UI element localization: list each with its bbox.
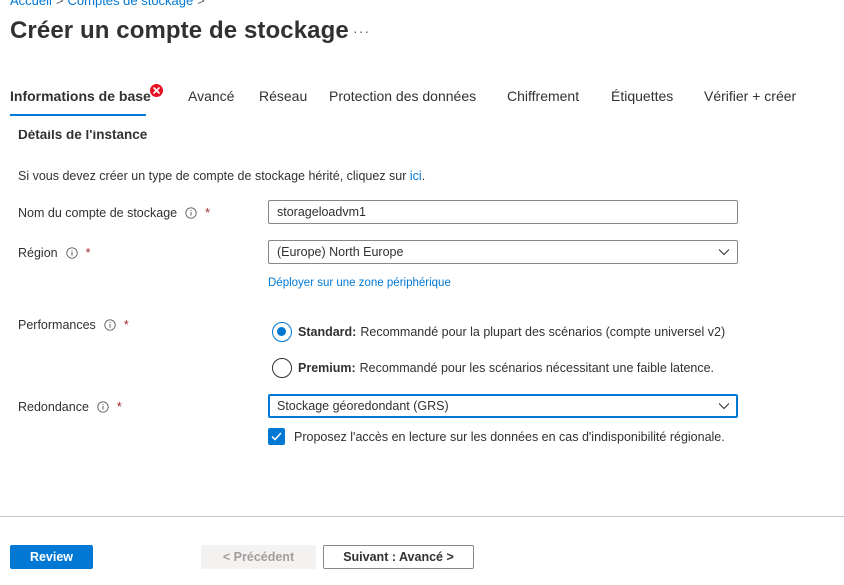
error-icon — [150, 84, 163, 97]
breadcrumb: Accueil > Comptes de stockage > — [10, 0, 209, 8]
footer-divider — [0, 516, 844, 517]
performance-label: Performances * — [18, 318, 129, 332]
next-button[interactable]: Suivant : Avancé > — [323, 545, 474, 569]
premium-title: Premium: — [298, 361, 356, 375]
tab-basics[interactable]: Informations de base — [10, 88, 151, 104]
redundancy-label-text: Redondance — [18, 400, 89, 414]
legacy-account-intro: Si vous devez créer un type de compte de… — [18, 169, 425, 183]
breadcrumb-separator: > — [197, 0, 205, 8]
legacy-account-link[interactable]: ici — [410, 169, 422, 183]
tab-networking[interactable]: Réseau — [259, 88, 307, 104]
region-dropdown[interactable]: (Europe) North Europe — [268, 240, 738, 264]
read-access-checkbox[interactable] — [268, 428, 285, 445]
chevron-down-icon — [718, 249, 730, 256]
chevron-down-icon — [718, 403, 730, 410]
region-selected-value: (Europe) North Europe — [277, 245, 404, 259]
info-icon[interactable] — [104, 319, 116, 331]
tab-data-protection[interactable]: Protection des données — [329, 88, 476, 104]
redundancy-label: Redondance * — [18, 400, 122, 414]
premium-radio[interactable] — [272, 358, 292, 378]
standard-radio[interactable] — [272, 322, 292, 342]
read-access-option[interactable]: Proposez l'accès en lecture sur les donn… — [268, 428, 725, 445]
storage-account-name-input[interactable] — [268, 200, 738, 224]
more-options-button[interactable]: ··· — [353, 23, 370, 39]
required-marker: * — [116, 400, 122, 414]
previous-button[interactable]: < Précédent — [201, 545, 316, 569]
account-name-label: Nom du compte de stockage * — [18, 206, 210, 220]
tab-bar: Informations de base Avancé Réseau Prote… — [0, 78, 844, 118]
required-marker: * — [123, 318, 129, 332]
info-icon[interactable] — [65, 247, 78, 259]
required-marker: * — [85, 246, 91, 260]
info-icon[interactable] — [185, 207, 197, 219]
create-storage-account-page: Accueil > Comptes de stockage > Créer un co… — [0, 0, 844, 585]
tab-tags[interactable]: Étiquettes — [611, 88, 673, 104]
read-access-label: Proposez l'accès en lecture sur les donn… — [294, 429, 725, 444]
tab-review-create[interactable]: Vérifier + créer — [704, 88, 796, 104]
tab-advanced[interactable]: Avancé — [188, 88, 234, 104]
standard-description: Recommandé pour la plupart des scénarios… — [360, 325, 726, 339]
performance-premium-option[interactable]: Premium: Recommandé pour les scénarios n… — [272, 358, 714, 378]
scroll-clip-mask — [0, 118, 844, 130]
review-button[interactable]: Review — [10, 545, 93, 569]
redundancy-dropdown[interactable]: Stockage géoredondant (GRS) — [268, 394, 738, 418]
edge-zone-link[interactable]: Déployer sur une zone périphérique — [268, 277, 451, 289]
breadcrumb-home-link[interactable]: Accueil — [10, 0, 52, 8]
account-name-label-text: Nom du compte de stockage — [18, 206, 178, 220]
region-label-text: Région — [18, 246, 58, 260]
page-title: Créer un compte de stockage — [10, 17, 349, 44]
tab-encryption[interactable]: Chiffrement — [507, 88, 579, 104]
required-marker: * — [205, 206, 210, 220]
performance-standard-option[interactable]: Standard: Recommandé pour la plupart des… — [272, 322, 725, 342]
breadcrumb-separator: > — [55, 0, 64, 8]
active-tab-indicator — [10, 114, 146, 116]
intro-end: . — [421, 169, 426, 183]
redundancy-selected-value: Stockage géoredondant (GRS) — [277, 399, 449, 413]
info-icon[interactable] — [97, 401, 109, 413]
region-label: Région * — [18, 246, 91, 260]
checkmark-icon — [271, 432, 282, 441]
intro-text: Si vous devez créer un type de compte de… — [18, 169, 410, 183]
standard-title: Standard: — [298, 325, 357, 339]
performance-label-text: Performances — [18, 318, 96, 332]
breadcrumb-storage-accounts-link[interactable]: Comptes de stockage — [68, 0, 194, 8]
premium-description: Recommandé pour les scénarios nécessitan… — [359, 361, 715, 375]
